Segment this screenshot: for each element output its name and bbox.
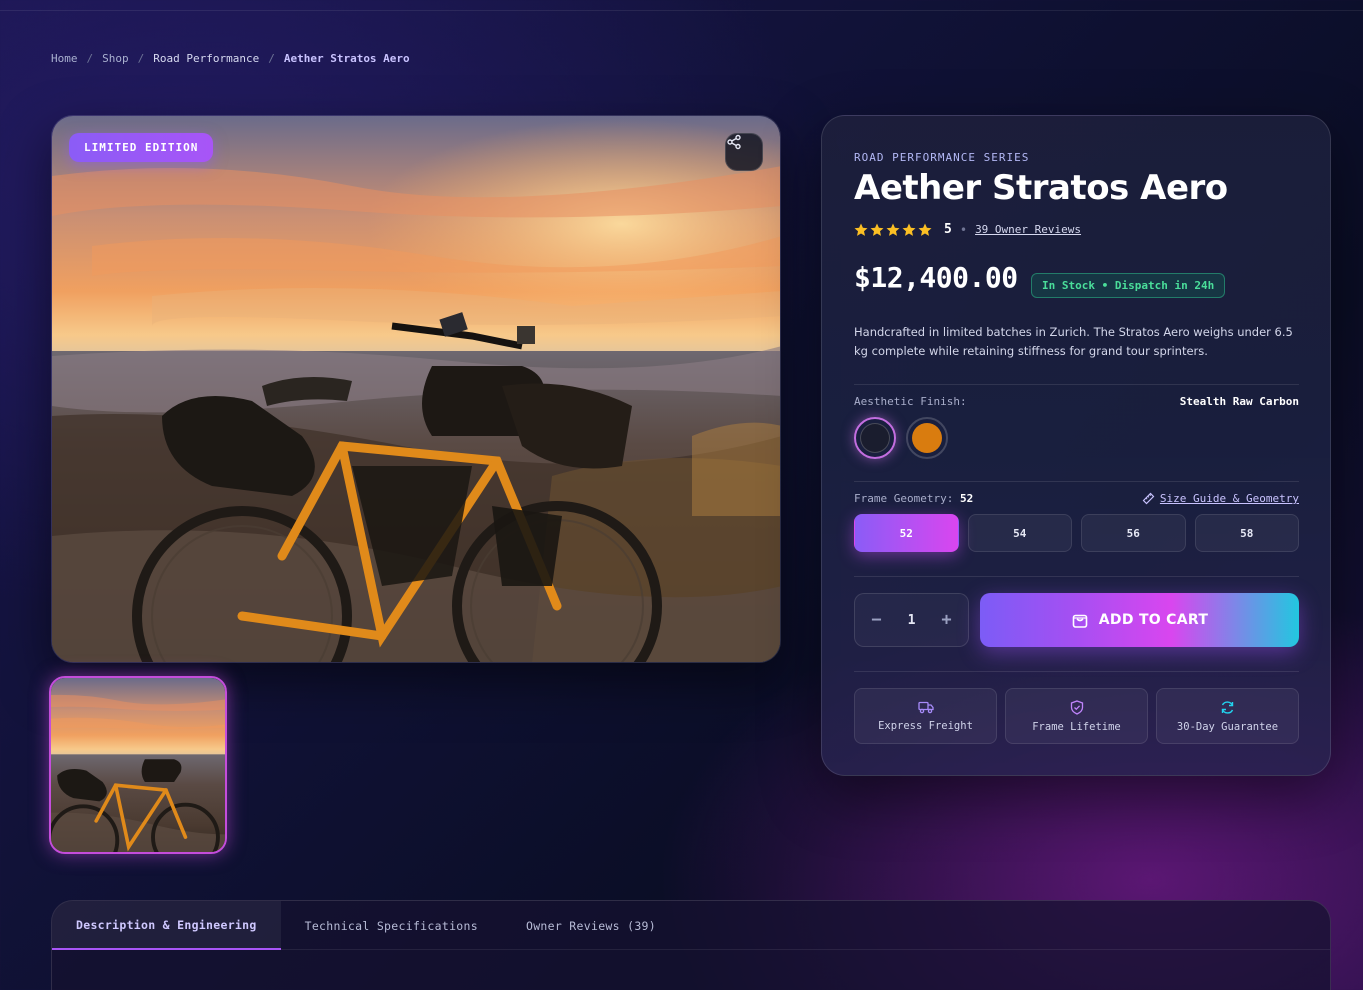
size-option-58[interactable]: 58 [1194,514,1299,552]
add-to-cart-label: ADD TO CART [1098,612,1209,628]
perk-30-day-guarantee[interactable]: 30-Day Guarantee [1156,688,1299,744]
finish-label-row: Aesthetic Finish: Stealth Raw Carbon [854,395,1299,408]
perk-label: 30-Day Guarantee [1176,720,1279,733]
quantity-increment-button[interactable]: + [934,610,958,630]
star-rating [854,223,934,237]
size-option-56[interactable]: 56 [1081,514,1186,552]
breadcrumb-separator: / [137,52,145,65]
share-button[interactable] [725,133,763,171]
perk-label: Frame Lifetime [1032,720,1121,733]
perk-frame-lifetime[interactable]: Frame Lifetime [1005,688,1148,744]
tab-bar: Description & Engineering Technical Spec… [52,901,1330,950]
breadcrumb-road-performance[interactable]: Road Performance [153,52,259,65]
truck-icon [917,701,934,714]
perk-label: Express Freight [878,720,973,732]
separator-dot: • [959,222,968,237]
product-title: Aether Stratos Aero [854,168,1228,208]
quantity-decrement-button[interactable]: − [865,610,889,630]
product-details-tabs: Description & Engineering Technical Spec… [51,900,1331,990]
size-guide-label: Size Guide & Geometry [1159,492,1299,505]
size-selector: 52 54 56 58 [854,514,1299,552]
product-info-panel: ROAD PERFORMANCE SERIES Aether Stratos A… [821,115,1331,776]
geometry-label-wrap: Frame Geometry: 52 [854,492,973,505]
ruler-icon [1142,492,1155,505]
tab-description-engineering[interactable]: Description & Engineering [52,901,281,950]
quantity-stepper: − 1 + [854,593,969,647]
divider [854,671,1299,672]
size-option-54[interactable]: 54 [967,514,1072,552]
swatch-color [860,423,890,453]
swatch-orange[interactable] [906,417,948,459]
refresh-icon [1221,700,1234,714]
tab-owner-reviews[interactable]: Owner Reviews (39) [502,901,680,950]
top-divider [0,10,1363,11]
breadcrumb-current: Aether Stratos Aero [283,52,410,65]
product-description: Handcrafted in limited batches in Zurich… [854,325,1293,358]
tab-technical-specifications[interactable]: Technical Specifications [281,901,502,950]
product-series: ROAD PERFORMANCE SERIES [854,151,1030,164]
swatch-stealth-raw-carbon[interactable] [854,417,896,459]
stock-status-badge: In Stock • Dispatch in 24h [1031,273,1226,298]
divider [854,481,1299,482]
finish-label: Aesthetic Finish: [854,395,967,408]
limited-edition-badge: LIMITED EDITION [69,133,214,162]
product-hero-image[interactable]: LIMITED EDITION [51,115,781,663]
breadcrumb: Home / Shop / Road Performance / Aether … [51,52,410,65]
owner-reviews-link[interactable]: 39 Owner Reviews [975,223,1081,236]
swatch-color [912,423,942,453]
finish-selected-value: Stealth Raw Carbon [1179,395,1299,408]
geometry-label-row: Frame Geometry: 52 Size Guide & Geometry [854,492,1299,505]
bike-sunset-photo [52,116,780,662]
geometry-selected-value: 52 [959,492,974,505]
divider [854,576,1299,577]
geometry-label: Frame Geometry: [854,492,954,505]
product-price: $12,400.00 [854,261,1018,294]
divider [854,384,1299,385]
rating-row: 5 • 39 Owner Reviews [854,222,1081,237]
share-icon [727,134,741,150]
quantity-value[interactable]: 1 [908,613,916,628]
breadcrumb-shop[interactable]: Shop [102,52,129,65]
stars-icon [854,223,932,236]
size-guide-link[interactable]: Size Guide & Geometry [1142,492,1299,505]
shield-icon [1070,699,1083,715]
shopping-bag-icon [1072,614,1088,628]
breadcrumb-separator: / [86,52,94,65]
breadcrumb-separator: / [268,52,275,65]
rating-score: 5 [944,222,952,237]
gallery-thumbnail[interactable] [49,676,227,854]
size-option-52[interactable]: 52 [854,514,959,552]
perks-row: Express Freight Frame Lifetime 30-Day Gu… [854,688,1299,744]
perk-express-freight[interactable]: Express Freight [854,688,997,744]
thumbnail-image [51,678,225,852]
breadcrumb-home[interactable]: Home [51,52,78,65]
add-to-cart-button[interactable]: ADD TO CART [980,593,1299,647]
